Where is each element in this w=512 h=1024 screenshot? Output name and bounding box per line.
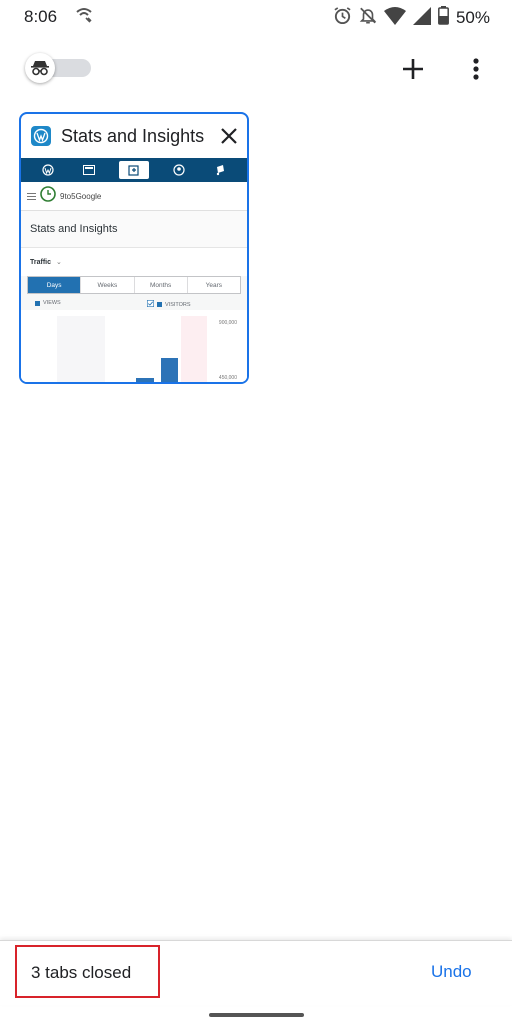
wordpress-icon: [31, 126, 51, 146]
tab-thumbnail: 9to5Google Stats and Insights Traffic ⌄ …: [21, 158, 247, 382]
write-icon: [118, 161, 149, 179]
gesture-nav-handle[interactable]: [209, 1013, 304, 1017]
chart-band: [57, 316, 105, 382]
traffic-row: Traffic ⌄: [21, 248, 247, 276]
period-tabs: Days Weeks Months Years: [27, 276, 241, 294]
chart-bar: [161, 358, 178, 382]
reader-icon: [77, 161, 101, 179]
more-vert-icon: [473, 58, 479, 80]
snackbar: 3 tabs closed Undo: [0, 940, 512, 1005]
traffic-label: Traffic: [30, 258, 52, 266]
legend-visitors-label: VISITORS: [165, 301, 191, 308]
site-row: 9to5Google: [21, 182, 247, 211]
new-tab-button[interactable]: [398, 54, 428, 84]
site-icon: [40, 185, 56, 207]
status-icons: 50%: [333, 6, 490, 30]
wifi-icon: [383, 6, 406, 30]
stats-chart: 900,000 450,000: [21, 310, 247, 382]
stats-title: Stats and Insights: [30, 223, 118, 235]
tab-title: Stats and Insights: [61, 125, 205, 146]
signal-icon: [412, 6, 431, 30]
wp-nav-bar: [21, 158, 247, 182]
legend-views-label: VIEWS: [43, 300, 61, 306]
chevron-down-icon: ⌄: [56, 259, 62, 266]
site-name: 9to5Google: [60, 191, 102, 201]
notifications-off-icon: [359, 6, 377, 30]
close-icon: [221, 128, 237, 144]
notifications-icon: [208, 161, 232, 179]
close-tab-button[interactable]: [219, 126, 239, 146]
period-tab-weeks: Weeks: [81, 277, 135, 293]
battery-percent: 50%: [455, 8, 490, 27]
period-tab-months: Months: [135, 277, 188, 293]
wp-logo-icon: [36, 161, 60, 179]
incognito-icon: [25, 53, 55, 83]
profile-icon: [167, 161, 191, 179]
alarm-icon: [333, 6, 352, 30]
tab-card[interactable]: Stats and Insights 9to5Google Stats and …: [19, 112, 249, 384]
stats-title-row: Stats and Insights: [21, 211, 247, 248]
chart-bar: [136, 378, 154, 382]
legend-swatch: [35, 300, 40, 306]
y-tick: 900,000: [218, 320, 237, 326]
legend-visitors: VISITORS: [147, 300, 191, 309]
hamburger-icon: [27, 187, 36, 205]
snackbar-message: 3 tabs closed: [31, 963, 132, 982]
chart-band-highlight: [181, 316, 207, 382]
battery-icon: [438, 6, 449, 30]
status-time: 8:06: [24, 7, 58, 26]
checkbox-icon: [147, 300, 155, 309]
legend-views: VIEWS: [35, 300, 61, 306]
tab-header: Stats and Insights: [21, 114, 247, 158]
plus-icon: [403, 59, 423, 79]
incognito-toggle[interactable]: [25, 53, 93, 83]
period-tab-years: Years: [205, 281, 223, 289]
y-tick: 450,000: [218, 375, 237, 381]
status-bar: 8:06 50%: [0, 0, 512, 34]
undo-button[interactable]: Undo: [431, 962, 472, 982]
more-options-button[interactable]: [466, 54, 486, 84]
wifi-calling-icon: [74, 6, 94, 31]
legend-swatch: [157, 302, 162, 307]
period-tab-days: Days: [28, 277, 82, 293]
